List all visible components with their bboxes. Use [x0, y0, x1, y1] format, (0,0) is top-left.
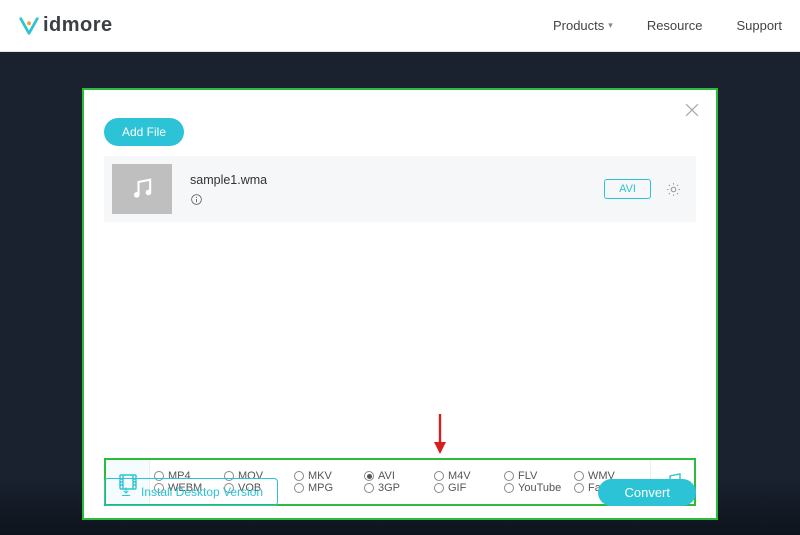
download-icon: [119, 485, 133, 499]
nav-support[interactable]: Support: [736, 18, 782, 33]
output-format-badge[interactable]: AVI: [604, 179, 651, 199]
install-desktop-button[interactable]: Install Desktop Version: [104, 478, 278, 506]
file-row: sample1.wma AVI: [104, 156, 696, 222]
top-bar: idmore Products▾ Resource Support: [0, 0, 800, 52]
bottom-bar: Install Desktop Version Convert: [104, 478, 696, 506]
converter-panel: Add File sample1.wma AVI MP4MOVMKVAVIM4V…: [82, 88, 718, 520]
annotation-arrow-icon: [431, 412, 449, 454]
nav-resource[interactable]: Resource: [647, 18, 703, 33]
logo-mark-icon: [18, 15, 40, 37]
brand-text: idmore: [43, 14, 113, 37]
nav-products[interactable]: Products▾: [553, 18, 613, 33]
info-icon[interactable]: [190, 193, 203, 206]
file-name: sample1.wma: [190, 173, 267, 187]
brand-logo[interactable]: idmore: [18, 14, 113, 37]
settings-gear-icon[interactable]: [665, 181, 682, 198]
chevron-down-icon: ▾: [608, 20, 613, 31]
top-nav: Products▾ Resource Support: [553, 18, 782, 33]
close-button[interactable]: [682, 100, 702, 120]
file-thumbnail: [112, 164, 172, 214]
music-note-icon: [128, 175, 156, 203]
add-file-button[interactable]: Add File: [104, 118, 184, 146]
convert-button[interactable]: Convert: [598, 479, 696, 506]
